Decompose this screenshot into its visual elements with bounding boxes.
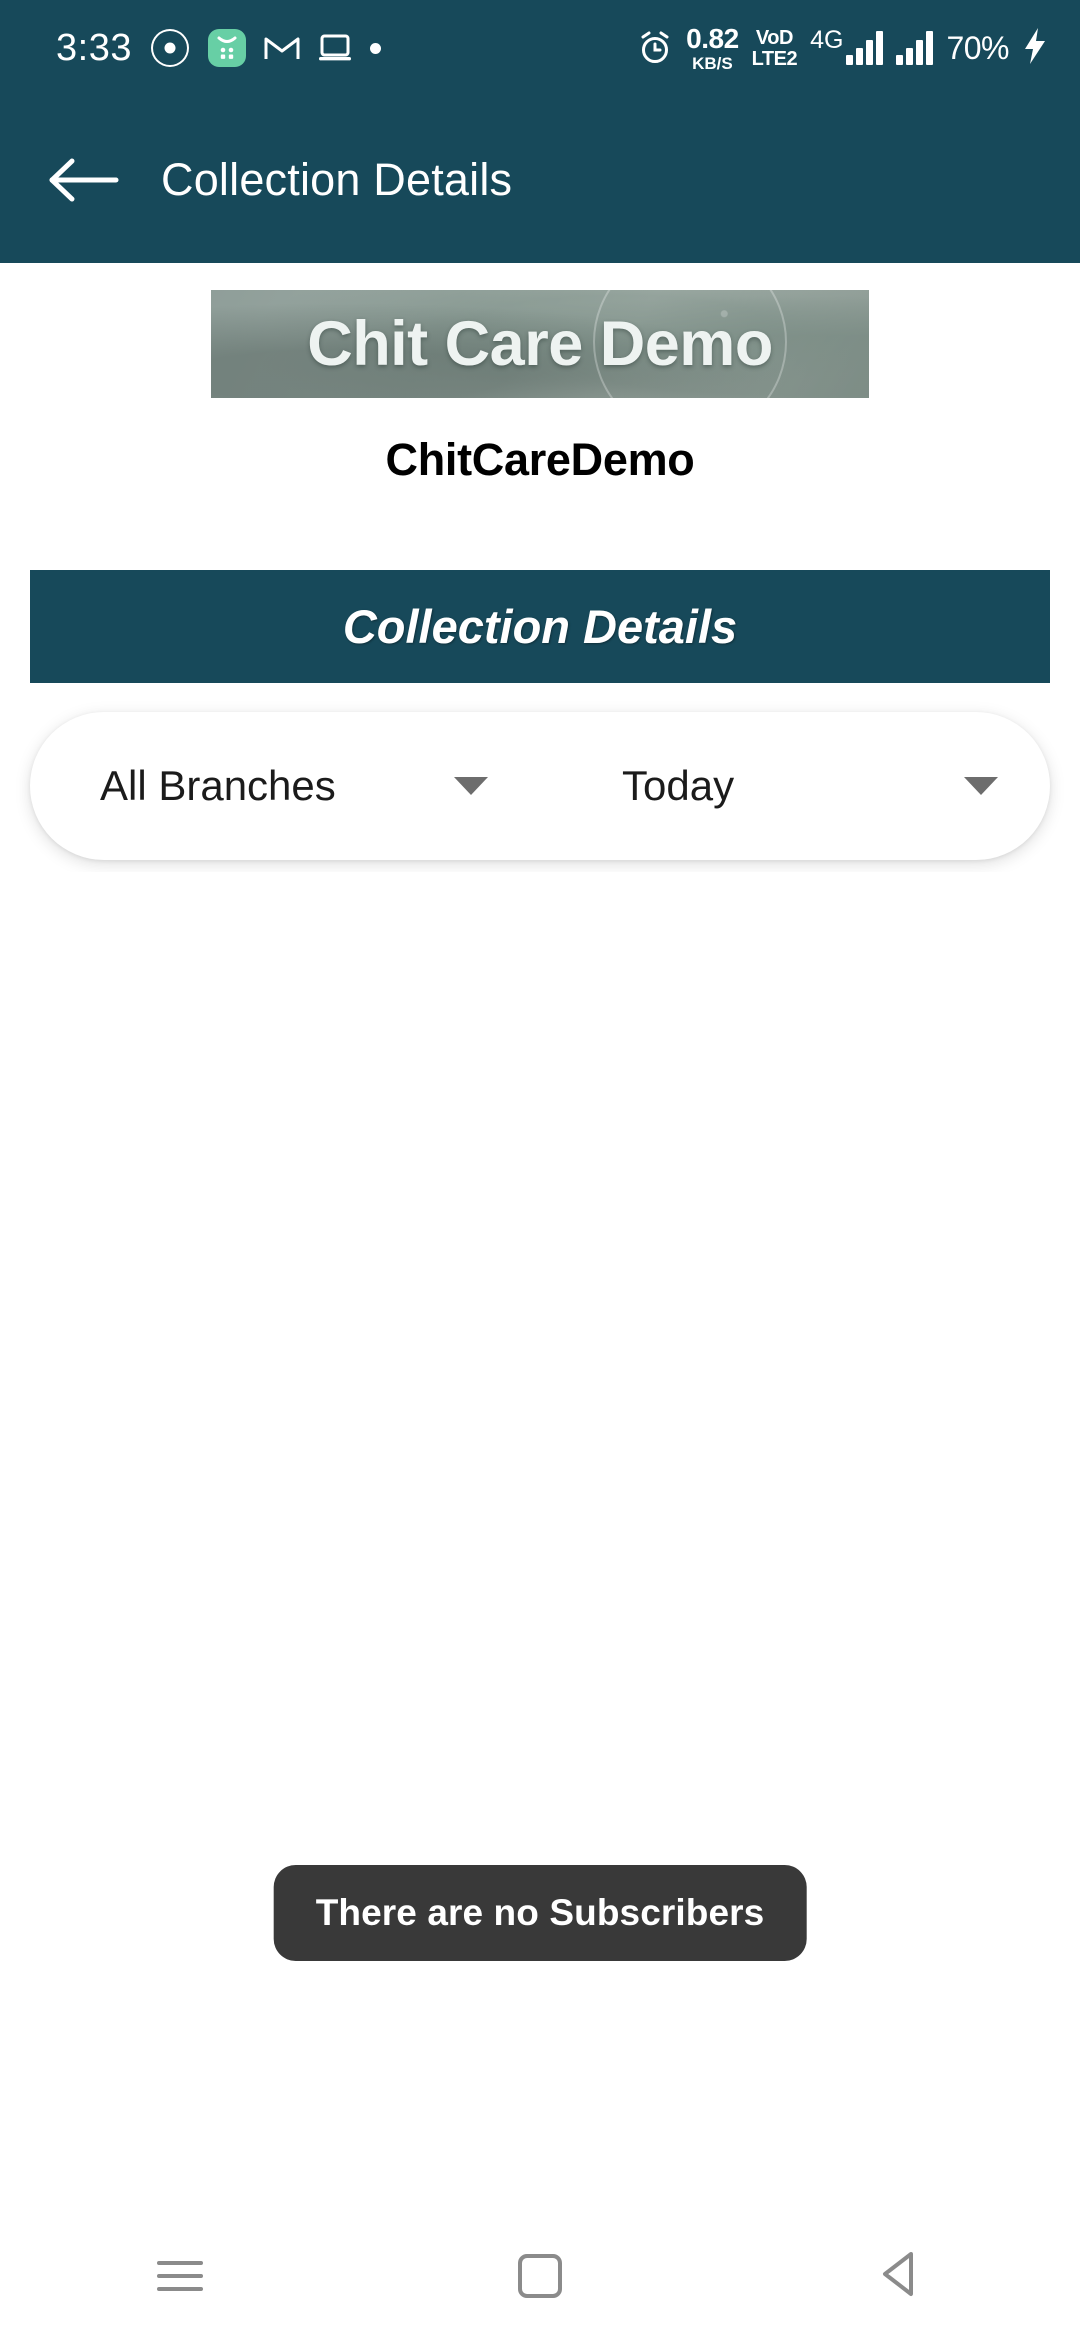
volte-line-1: VoD [755, 26, 794, 49]
system-nav-bar [0, 2212, 1080, 2340]
recents-icon [157, 2261, 203, 2291]
company-logo-banner: Chit Care Demo [211, 290, 869, 398]
signal-sim2-icon [896, 31, 934, 65]
section-header-title: Collection Details [342, 600, 738, 653]
charging-bolt-icon [1022, 27, 1048, 70]
network-speed-unit: KB/S [692, 53, 733, 73]
home-icon [518, 2254, 562, 2298]
network-type-label: 4G [810, 26, 844, 54]
company-logo-text: Chit Care Demo [307, 309, 773, 379]
collection-list-area [0, 872, 1080, 1872]
nav-recents-button[interactable] [120, 2231, 240, 2321]
period-dropdown[interactable]: Today [540, 712, 1050, 860]
status-bar-left: 3:33 [56, 27, 381, 70]
gmail-icon [264, 34, 300, 62]
nav-home-button[interactable] [480, 2231, 600, 2321]
status-bar-clock: 3:33 [56, 26, 132, 69]
green-app-icon [207, 29, 246, 67]
dot-icon [369, 42, 381, 54]
toast-message: There are no Subscribers [273, 1865, 807, 1961]
branch-dropdown[interactable]: All Branches [30, 712, 540, 860]
network-speed-value: 0.82 [686, 22, 739, 54]
clover-icon [150, 28, 190, 68]
phone-screen: 3:33 0.82 KB/S VoD LTE2 4G 70% Collectio… [0, 0, 1080, 2340]
status-bar: 3:33 0.82 KB/S VoD LTE2 4G 70% [0, 0, 1080, 96]
volte-line-2: LTE2 [751, 47, 798, 70]
nav-back-button[interactable] [840, 2231, 960, 2321]
volte-icon: VoD LTE2 [751, 26, 798, 70]
branch-dropdown-value: All Branches [100, 762, 336, 809]
filter-card: All Branches Today [30, 712, 1050, 860]
battery-percentage: 70% [946, 29, 1009, 66]
alarm-icon [637, 30, 673, 66]
back-arrow-icon[interactable] [46, 142, 122, 218]
section-header: Collection Details [30, 570, 1050, 683]
company-name-label: ChitCareDemo [385, 434, 695, 485]
company-logo-wrapper: Chit Care Demo [0, 290, 1080, 398]
app-bar: Collection Details [0, 96, 1080, 263]
page-title: Collection Details [161, 153, 513, 205]
network-speed-indicator: 0.82 KB/S [686, 22, 739, 73]
chevron-down-icon [454, 777, 488, 795]
signal-bars-1 [846, 31, 884, 65]
signal-bars-2 [896, 31, 934, 65]
back-icon [877, 2250, 923, 2303]
signal-sim1-icon: 4G [810, 26, 884, 65]
laptop-icon [318, 33, 352, 63]
status-bar-right: 0.82 KB/S VoD LTE2 4G 70% [637, 22, 1048, 73]
chevron-down-icon [964, 777, 998, 795]
period-dropdown-value: Today [622, 762, 735, 809]
